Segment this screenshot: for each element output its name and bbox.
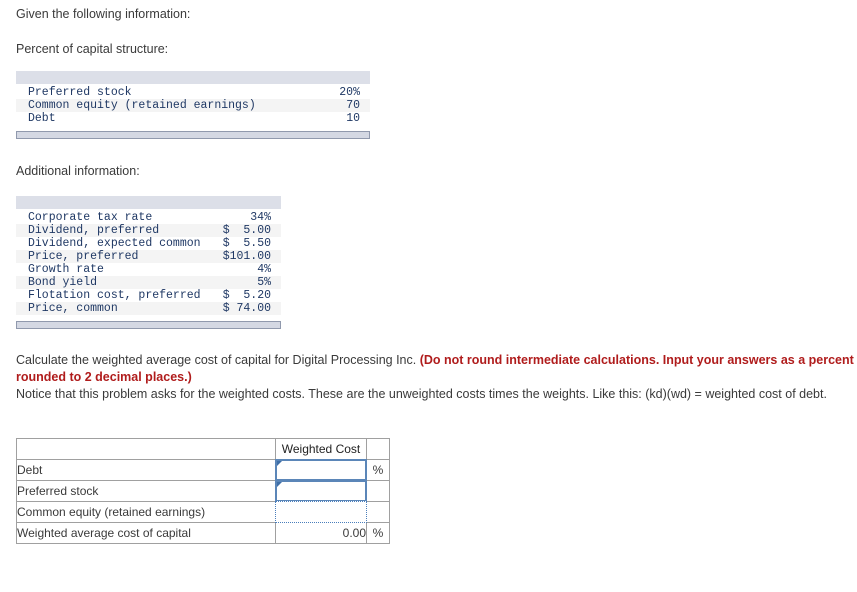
- additional-information-label: Additional information:: [16, 164, 140, 178]
- preferred-stock-input-box[interactable]: [275, 480, 367, 502]
- debt-input-box[interactable]: [275, 459, 367, 481]
- table-row: Preferred stock: [16, 480, 390, 502]
- row-label-preferred-stock: Preferred stock: [16, 480, 276, 502]
- row-label: Flotation cost, preferred: [16, 289, 218, 302]
- row-label: Debt: [16, 112, 330, 125]
- row-value: 10: [329, 112, 370, 125]
- percent-sign-debt: %: [366, 459, 390, 481]
- cell-comment-marker-icon: [277, 461, 282, 466]
- row-label-debt: Debt: [16, 459, 276, 481]
- table-row: Bond yield 5%: [16, 276, 281, 289]
- table-row: Weighted average cost of capital 0.00 %: [16, 522, 390, 544]
- row-label: Growth rate: [16, 263, 218, 276]
- weighted-cost-answer-table-wrapper: Weighted Cost Debt % Preferred stock Com: [16, 438, 390, 544]
- percent-sign-wacc: %: [366, 522, 390, 544]
- table-row: Debt 10: [16, 112, 370, 125]
- row-label: Bond yield: [16, 276, 218, 289]
- percent-sign-common-equity: [366, 501, 390, 523]
- row-value: 4%: [217, 263, 281, 276]
- row-value: 34%: [217, 211, 281, 224]
- additional-information-table-header-bar: [16, 196, 281, 209]
- table-row: Price, preferred $101.00: [16, 250, 281, 263]
- row-label: Dividend, preferred: [16, 224, 218, 237]
- row-value: $ 5.20: [217, 289, 281, 302]
- question-note: Notice that this problem asks for the we…: [16, 387, 827, 401]
- table-row: Preferred stock 20%: [16, 86, 370, 99]
- row-label: Dividend, expected common: [16, 237, 218, 250]
- weighted-cost-common-equity-cell[interactable]: [275, 501, 367, 523]
- percent-sign-preferred-stock: [366, 480, 390, 502]
- table-row: Common equity (retained earnings): [16, 501, 390, 523]
- row-value: 20%: [329, 86, 370, 99]
- capital-structure-table: Preferred stock 20% Common equity (retai…: [16, 86, 370, 125]
- weighted-cost-debt-cell[interactable]: [275, 459, 367, 481]
- table-row: Debt %: [16, 459, 390, 481]
- row-label: Preferred stock: [16, 86, 330, 99]
- row-label-wacc: Weighted average cost of capital: [16, 522, 276, 544]
- row-value: $ 5.00: [217, 224, 281, 237]
- answer-table-header-row: Weighted Cost: [16, 438, 390, 460]
- capital-structure-table-footer-bar: [16, 131, 370, 139]
- capital-structure-table-header-bar: [16, 71, 370, 84]
- row-value: $ 74.00: [217, 302, 281, 315]
- row-value: 5%: [217, 276, 281, 289]
- wacc-total-value: 0.00: [275, 522, 367, 544]
- table-row: Flotation cost, preferred $ 5.20: [16, 289, 281, 302]
- table-row: Price, common $ 74.00: [16, 302, 281, 315]
- answer-header-blank: [16, 438, 276, 460]
- weighted-cost-answer-table: Weighted Cost Debt % Preferred stock Com: [16, 438, 390, 544]
- weighted-cost-preferred-stock-cell[interactable]: [275, 480, 367, 502]
- additional-information-table: Corporate tax rate 34% Dividend, preferr…: [16, 211, 281, 315]
- table-row: Corporate tax rate 34%: [16, 211, 281, 224]
- row-value: $ 5.50: [217, 237, 281, 250]
- table-row: Common equity (retained earnings) 70: [16, 99, 370, 112]
- percent-of-capital-structure-label: Percent of capital structure:: [16, 42, 169, 56]
- answer-header-percent: [366, 438, 390, 460]
- cell-comment-marker-icon: [277, 482, 282, 487]
- table-row: Growth rate 4%: [16, 263, 281, 276]
- given-information-label: Given the following information:: [16, 7, 191, 21]
- row-label: Price, preferred: [16, 250, 218, 263]
- row-value: 70: [329, 99, 370, 112]
- row-value: $101.00: [217, 250, 281, 263]
- row-label: Corporate tax rate: [16, 211, 218, 224]
- row-label: Common equity (retained earnings): [16, 99, 330, 112]
- row-label: Price, common: [16, 302, 218, 315]
- question-lead: Calculate the weighted average cost of c…: [16, 353, 420, 367]
- table-row: Dividend, preferred $ 5.00: [16, 224, 281, 237]
- common-equity-input-box[interactable]: [275, 501, 367, 523]
- question-text: Calculate the weighted average cost of c…: [16, 352, 857, 403]
- table-row: Dividend, expected common $ 5.50: [16, 237, 281, 250]
- answer-header-weighted-cost: Weighted Cost: [275, 438, 367, 460]
- row-label-common-equity: Common equity (retained earnings): [16, 501, 276, 523]
- additional-information-table-footer-bar: [16, 321, 281, 329]
